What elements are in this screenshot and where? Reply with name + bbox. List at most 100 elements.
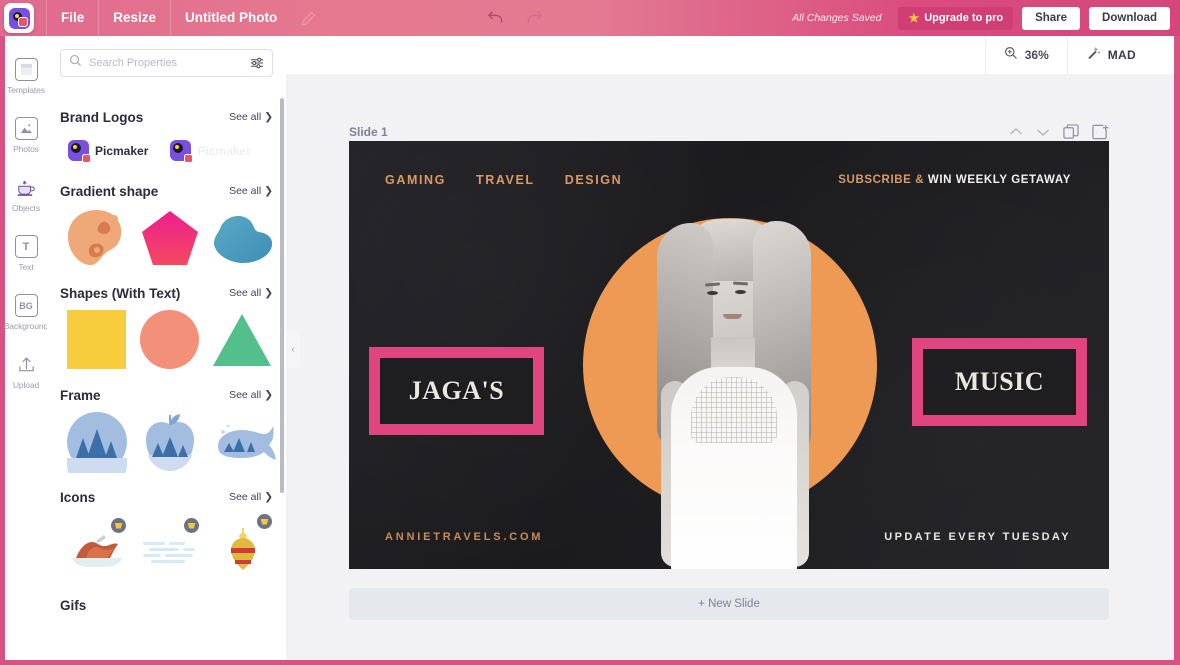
icons-list (60, 514, 273, 579)
rail-item-templates[interactable]: Templates (5, 58, 47, 95)
section-title: Gifs (60, 597, 87, 613)
poster-update-text[interactable]: UPDATE EVERY TUESDAY (884, 531, 1071, 543)
portrait-eye-left (707, 291, 718, 295)
see-all-label: See all (229, 111, 262, 123)
crown-icon (260, 518, 269, 525)
rail-item-background[interactable]: BG Background (4, 294, 48, 331)
search-box[interactable] (60, 49, 273, 77)
see-all-gradient-shape[interactable]: See all ❯ (229, 185, 273, 197)
rail-label-text: Text (18, 262, 34, 272)
canvas-stage: 36% MAD Slide 1 GAMING TRAVEL DESIGN SUB… (286, 36, 1174, 660)
gradient-blob-blue-item[interactable] (212, 208, 274, 267)
rail-item-photos[interactable]: Photos (5, 117, 47, 154)
crown-icon (187, 522, 196, 529)
frame-circle-forest-item[interactable] (66, 411, 128, 473)
gradient-pentagon-pink-item[interactable] (139, 208, 201, 267)
add-slide-icon[interactable] (1092, 124, 1109, 140)
filter-sliders-icon[interactable] (250, 57, 264, 69)
shape-triangle-green-item[interactable] (211, 310, 273, 369)
undo-arrow-icon[interactable] (486, 9, 506, 27)
app-logo-button[interactable] (4, 3, 34, 33)
panel-scroll-region[interactable]: Brand Logos See all ❯ Picmaker Picmaker (47, 91, 286, 660)
section-header-frame: Frame See all ❯ (60, 378, 273, 412)
section-icons: Icons See all ❯ (47, 480, 286, 579)
upgrade-to-pro-button[interactable]: ★ Upgrade to pro (898, 6, 1014, 30)
poster-nav-travel[interactable]: TRAVEL (476, 173, 535, 187)
rail-item-objects[interactable]: Objects (5, 176, 47, 213)
frame-list (60, 411, 276, 473)
pencil-icon[interactable] (301, 11, 316, 26)
text-icon: T (14, 235, 38, 258)
brand-logo-item[interactable]: Picmaker (68, 140, 148, 163)
rail-item-upload[interactable]: Upload (5, 353, 47, 390)
section-header-brand-logos: Brand Logos See all ❯ (60, 100, 273, 134)
chevron-right-icon: ❯ (264, 111, 273, 123)
menu-file[interactable]: File (47, 0, 98, 36)
poster-nav-design[interactable]: DESIGN (565, 173, 623, 187)
chevron-left-icon: ‹ (291, 343, 295, 355)
icon-water-item[interactable] (139, 518, 201, 579)
section-title: Shapes (With Text) (60, 285, 181, 301)
upgrade-label: Upgrade to pro (924, 12, 1004, 24)
document-title[interactable]: Untitled Photo (171, 0, 277, 36)
icon-spinning-top-item[interactable] (212, 514, 274, 579)
rail-item-text[interactable]: T Text (5, 235, 47, 272)
see-all-brand-logos[interactable]: See all ❯ (229, 111, 273, 123)
triangle-shape (213, 313, 271, 366)
icon-canoe-item[interactable] (66, 518, 128, 579)
download-button[interactable]: Download (1089, 6, 1170, 30)
picmaker-logo-icon (68, 140, 91, 163)
section-header-icons: Icons See all ❯ (60, 480, 273, 514)
see-all-shapes-with-text[interactable]: See all ❯ (229, 287, 273, 299)
panel-collapse-button[interactable]: ‹ (286, 330, 300, 368)
portrait-lips (723, 314, 742, 319)
left-tool-rail: Templates Photos Objects T Text BG Backg… (4, 36, 48, 660)
new-slide-button[interactable]: + New Slide (349, 588, 1109, 620)
poster-site-url[interactable]: ANNIETRAVELS.COM (385, 531, 543, 543)
duplicate-slide-icon[interactable] (1063, 124, 1079, 140)
shapes-with-text-list (60, 310, 273, 369)
poster-nav-gaming[interactable]: GAMING (385, 173, 446, 187)
photos-image-icon (14, 117, 38, 140)
zoom-control[interactable]: 36% (984, 36, 1067, 74)
section-gifs: Gifs (47, 588, 286, 622)
picmaker-logo-icon (170, 140, 194, 163)
poster-nav-links: GAMING TRAVEL DESIGN (385, 173, 622, 187)
frame-whale-forest-item[interactable] (212, 412, 278, 471)
move-slide-down-icon[interactable] (1036, 127, 1050, 137)
shape-square-yellow-item[interactable] (66, 310, 128, 369)
music-frame[interactable]: MUSIC (912, 338, 1087, 426)
gradient-blob-orange-item[interactable] (66, 208, 128, 267)
chevron-right-icon: ❯ (264, 491, 273, 503)
search-input[interactable] (89, 57, 243, 69)
share-button[interactable]: Share (1022, 6, 1081, 30)
pro-crown-badge (111, 518, 126, 533)
brand-logo-item[interactable]: Picmaker (170, 140, 251, 163)
see-all-frame[interactable]: See all ❯ (229, 389, 273, 401)
section-header-gradient-shape: Gradient shape See all ❯ (60, 174, 273, 208)
design-canvas[interactable]: GAMING TRAVEL DESIGN SUBSCRIBE & WIN WEE… (349, 141, 1109, 569)
mad-label: MAD (1107, 48, 1136, 62)
section-header-gifs: Gifs (60, 588, 273, 622)
subscribe-suffix: WIN WEEKLY GETAWAY (927, 174, 1071, 186)
section-frame: Frame See all ❯ (47, 378, 286, 473)
shape-circle-coral-item[interactable] (139, 310, 201, 369)
pro-crown-badge (257, 514, 272, 529)
section-title: Frame (60, 387, 101, 403)
jagas-frame[interactable]: JAGA'S (369, 347, 544, 435)
mad-button[interactable]: MAD (1066, 36, 1154, 74)
search-icon (69, 54, 82, 72)
portrait-knit-bodice (691, 377, 777, 443)
panel-scrollbar[interactable] (280, 98, 284, 493)
rail-label-templates: Templates (7, 85, 45, 95)
move-slide-up-icon[interactable] (1009, 127, 1023, 137)
frame-apple-forest-item[interactable] (139, 412, 201, 471)
stage-toolbar: 36% MAD (286, 36, 1174, 74)
woman-portrait-photo[interactable] (621, 201, 839, 569)
brand-logo-label: Picmaker (197, 143, 251, 158)
menu-resize[interactable]: Resize (99, 0, 170, 36)
see-all-icons[interactable]: See all ❯ (229, 491, 273, 503)
poster-subscribe-text[interactable]: SUBSCRIBE & WIN WEEKLY GETAWAY (838, 174, 1071, 186)
redo-arrow-icon[interactable] (524, 9, 544, 27)
square-shape (67, 310, 127, 369)
